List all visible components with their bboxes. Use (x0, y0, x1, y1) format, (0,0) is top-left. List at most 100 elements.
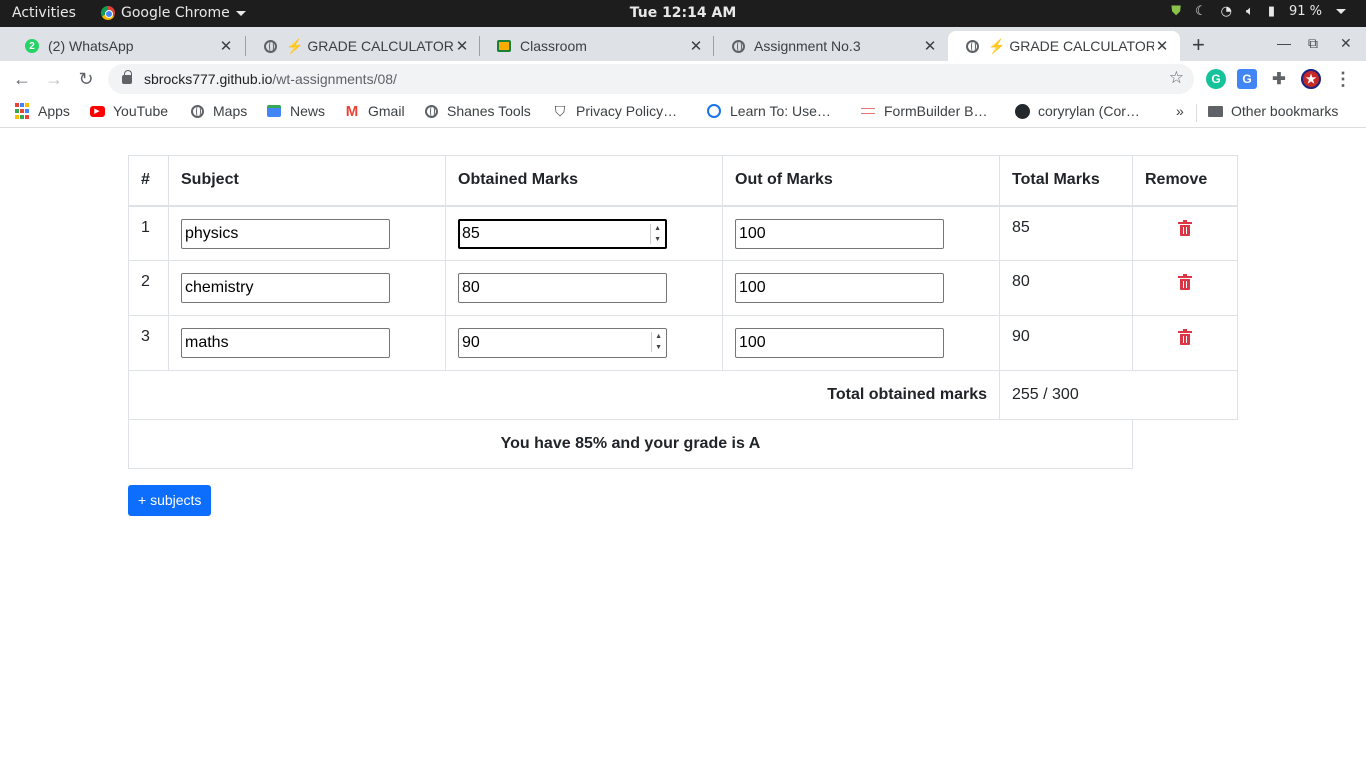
out-of-marks-input[interactable]: 100 (735, 218, 944, 249)
lock-icon[interactable] (122, 69, 132, 84)
bookmark-maps[interactable]: Maps (189, 103, 247, 119)
profile-avatar[interactable]: ★ (1301, 69, 1321, 89)
obtained-marks-input[interactable]: 80 (458, 273, 667, 303)
chevron-up-icon[interactable]: ▲ (654, 224, 661, 233)
total-row: Total obtained marks 255 / 300 (128, 370, 1238, 420)
subject-input[interactable]: chemistry (181, 273, 390, 303)
bookmark-label: Privacy Policy… (576, 103, 678, 119)
subject-input[interactable]: maths (181, 328, 390, 358)
subject-input[interactable]: physics (181, 218, 390, 249)
bookmark-formbuilder[interactable]: FormBuilder B… (860, 103, 987, 119)
result-row: You have 85% and your grade is A (128, 419, 1238, 469)
tab-assignment[interactable]: Assignment No.3 ✕ (714, 31, 948, 61)
tab-grade-calculator[interactable]: ⚡ GRADE CALCULATOR ✕ (246, 31, 480, 61)
clock[interactable]: Tue 12:14 AM (0, 5, 1366, 21)
bookmark-label: Learn To: Use… (730, 103, 831, 119)
table-row: 1 physics 85 ▲ ▼ 100 85 (128, 205, 1238, 261)
close-window-button[interactable]: ✕ (1340, 35, 1352, 52)
subject-cell: maths (168, 315, 446, 371)
tab-title: Classroom (520, 38, 587, 54)
trash-icon[interactable] (1178, 274, 1192, 290)
bookmark-coryrylan[interactable]: coryrylan (Cor… (1014, 103, 1140, 119)
new-tab-button[interactable]: + (1192, 32, 1205, 58)
out-of-cell: 100 (722, 260, 1000, 316)
bookmark-other[interactable]: Other bookmarks (1207, 103, 1338, 119)
column-header-subject: Subject (168, 155, 446, 207)
forward-button[interactable]: → (42, 67, 66, 91)
address-bar[interactable]: sbrocks777.github.io/wt-assignments/08/ … (108, 64, 1194, 94)
total-obtained-label: Total obtained marks (128, 370, 1000, 420)
trash-icon[interactable] (1178, 219, 1192, 236)
bookmark-label: News (290, 103, 326, 119)
back-button[interactable]: ← (10, 67, 34, 91)
table-row: 3 maths 90 ▲ ▼ 100 90 (128, 315, 1238, 371)
close-icon[interactable]: ✕ (1154, 37, 1170, 55)
remove-cell (1132, 205, 1238, 261)
bookmark-gmail[interactable]: M Gmail (344, 102, 405, 120)
classroom-icon (496, 38, 512, 54)
star-icon[interactable]: ☆ (1169, 68, 1184, 88)
page-content: # Subject Obtained Marks Out of Marks To… (0, 129, 1366, 768)
restore-button[interactable]: ⧉ (1308, 35, 1318, 52)
chevron-down-icon[interactable]: ▼ (654, 235, 661, 244)
add-subject-button[interactable]: + subjects (128, 485, 212, 516)
bookmark-youtube[interactable]: ▶ YouTube (89, 103, 168, 119)
shield-icon: ⛊ (1171, 4, 1181, 19)
grade-table: # Subject Obtained Marks Out of Marks To… (128, 155, 1238, 469)
menu-icon[interactable]: ⋮ (1333, 69, 1353, 89)
system-top-bar: Activities Google Chrome Tue 12:14 AM ⛊ … (0, 0, 1366, 27)
remove-cell (1132, 315, 1238, 371)
url-path: /wt-assignments/08/ (272, 71, 397, 87)
close-icon[interactable]: ✕ (922, 37, 938, 55)
youtube-icon: ▶ (89, 103, 105, 119)
tab-whatsapp[interactable]: 2 (2) WhatsApp ✕ (8, 31, 244, 61)
translate-icon[interactable]: G (1237, 69, 1257, 89)
battery-level: 91 % (1288, 4, 1322, 19)
obtained-marks-input[interactable]: 90 ▲ ▼ (458, 328, 667, 358)
column-header-obtained: Obtained Marks (445, 155, 723, 207)
grade-result: You have 85% and your grade is A (128, 419, 1133, 469)
bookmark-label: Other bookmarks (1231, 103, 1339, 119)
night-light-icon: ☾ (1195, 4, 1207, 19)
bookmark-news[interactable]: News (266, 103, 325, 119)
bookmark-learn-to-use[interactable]: Learn To: Use… (706, 103, 831, 119)
system-tray[interactable]: ⛊ ☾ ◔ 🔈︎ ▮ 91 % (1171, 4, 1346, 19)
bookmark-privacy-policy[interactable]: ⛉ Privacy Policy… (552, 103, 678, 120)
tab-classroom[interactable]: Classroom ✕ (480, 31, 714, 61)
column-header-total: Total Marks (999, 155, 1133, 207)
subject-cell: chemistry (168, 260, 446, 316)
obtained-cell: 90 ▲ ▼ (445, 315, 723, 371)
bookmark-shanes-tools[interactable]: Shanes Tools (423, 103, 531, 119)
news-icon (266, 103, 282, 119)
chevron-down-icon[interactable]: ▼ (655, 343, 662, 352)
number-spinner[interactable]: ▲ ▼ (651, 332, 662, 352)
grammarly-icon[interactable]: G (1206, 69, 1226, 89)
out-of-marks-input[interactable]: 100 (735, 273, 944, 303)
bookmark-apps[interactable]: Apps (14, 103, 70, 119)
globe-icon (262, 38, 278, 54)
obtained-marks-input[interactable]: 85 ▲ ▼ (458, 218, 667, 249)
bookmarks-divider (1196, 104, 1197, 122)
tab-strip: 2 (2) WhatsApp ✕ ⚡ GRADE CALCULATOR ✕ Cl… (0, 27, 1366, 61)
folder-icon (1207, 103, 1223, 119)
puzzle-icon[interactable]: ✚ (1269, 69, 1289, 89)
trash-icon[interactable] (1178, 329, 1192, 345)
globe-icon (423, 103, 439, 119)
bookmark-label: Apps (38, 103, 70, 119)
gmail-icon: M (345, 102, 359, 120)
globe-icon (964, 38, 980, 54)
bookmarks-overflow-button[interactable]: » (1176, 103, 1184, 119)
close-icon[interactable]: ✕ (218, 37, 234, 55)
minimize-button[interactable]: — (1277, 35, 1291, 51)
number-spinner[interactable]: ▲ ▼ (650, 223, 661, 244)
close-icon[interactable]: ✕ (688, 37, 704, 55)
row-index: 2 (128, 260, 169, 316)
url-host: sbrocks777.github.io (144, 71, 273, 87)
chevron-up-icon[interactable]: ▲ (655, 332, 662, 341)
reload-button[interactable]: ↻ (74, 67, 98, 91)
column-header-remove: Remove (1132, 155, 1238, 207)
tab-grade-calculator-active[interactable]: ⚡ GRADE CALCULATOR ✕ (948, 31, 1180, 61)
table-header-row: # Subject Obtained Marks Out of Marks To… (128, 155, 1238, 207)
out-of-marks-input[interactable]: 100 (735, 328, 944, 358)
close-icon[interactable]: ✕ (454, 37, 470, 55)
